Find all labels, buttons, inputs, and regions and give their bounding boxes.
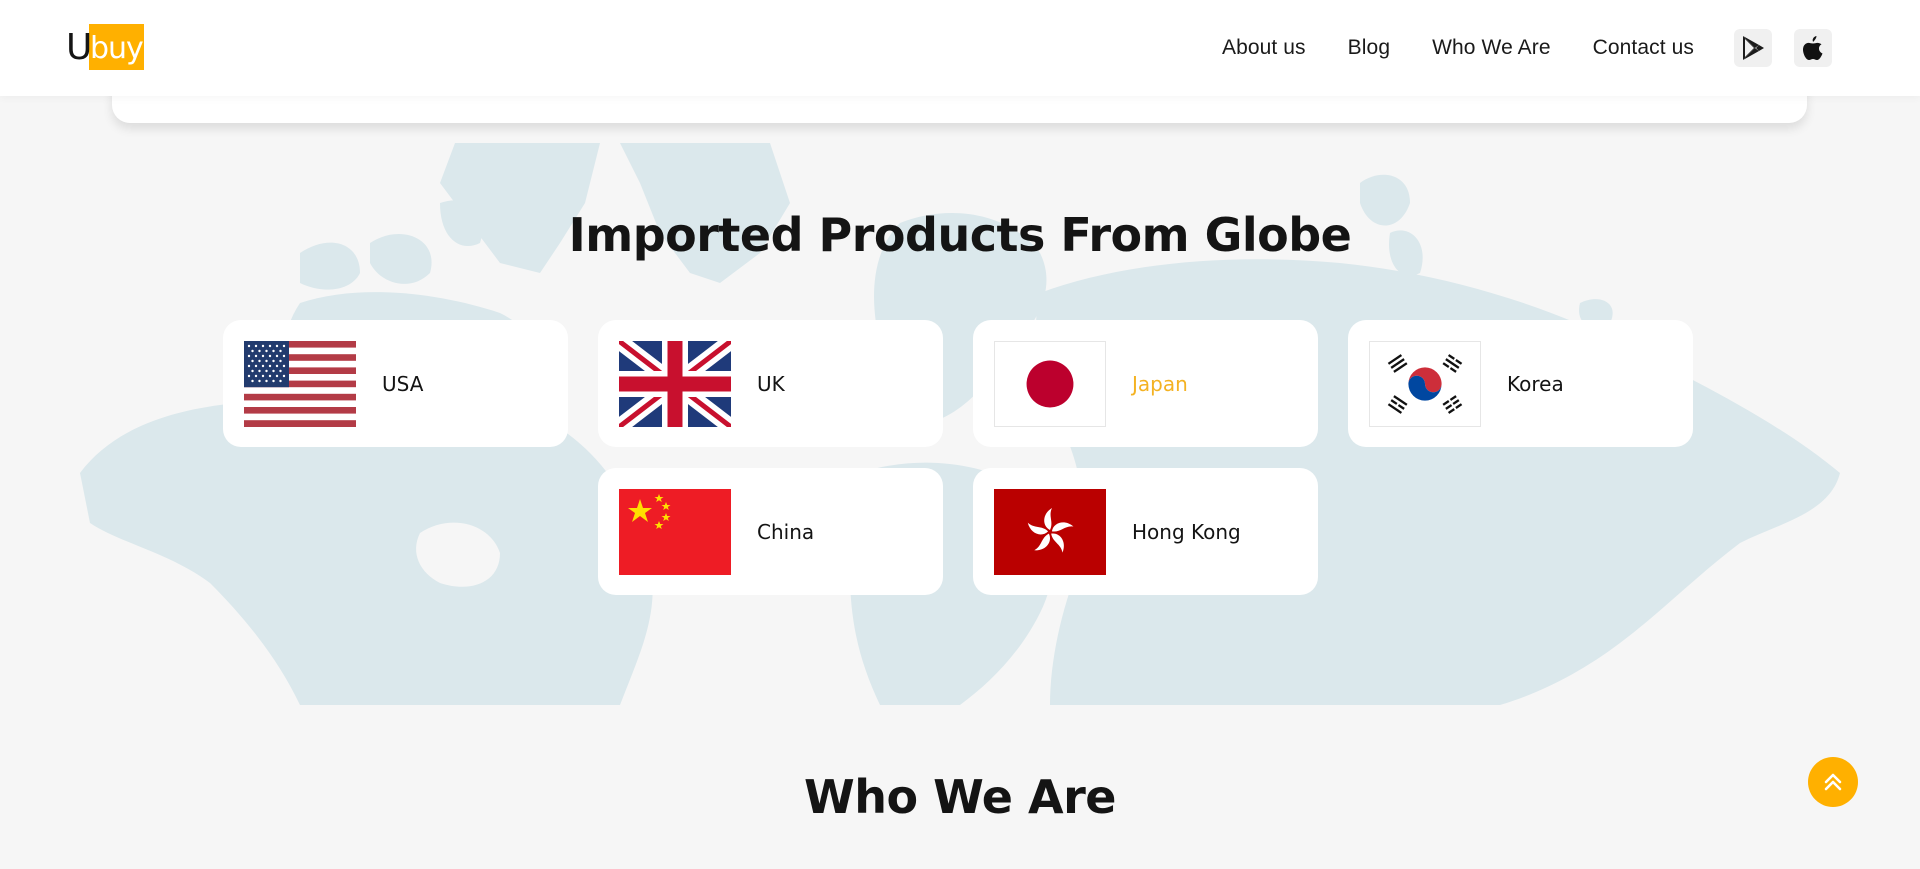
country-name-active: Japan [1132, 371, 1188, 396]
country-name: China [757, 519, 815, 544]
nav-who-we-are[interactable]: Who We Are [1432, 36, 1551, 60]
country-name: Hong Kong [1132, 519, 1241, 544]
japan-flag-icon [994, 340, 1106, 427]
nav-contact-us[interactable]: Contact us [1593, 36, 1694, 60]
logo-letter-u: U [66, 27, 92, 68]
apple-icon [1803, 36, 1823, 60]
country-name: Korea [1507, 371, 1564, 396]
nav-blog[interactable]: Blog [1348, 36, 1390, 60]
site-header: U buy About us Blog Who We Are Contact u… [0, 0, 1920, 96]
imported-products-heading: Imported Products From Globe [568, 208, 1352, 262]
country-card-china[interactable]: China [598, 468, 943, 595]
china-flag-icon [619, 488, 731, 575]
logo-text-buy: buy [90, 31, 144, 66]
google-play-button[interactable] [1734, 29, 1772, 67]
main-nav: About us Blog Who We Are Contact us [1222, 0, 1920, 96]
usa-flag-icon [244, 340, 356, 427]
hong-kong-flag-icon [994, 488, 1106, 575]
korea-flag-icon [1369, 340, 1481, 427]
scroll-to-top-button[interactable] [1808, 757, 1858, 807]
nav-about-us[interactable]: About us [1222, 36, 1306, 60]
country-card-usa[interactable]: USA [223, 320, 568, 447]
country-grid: USA UK Japan Korea China Hong Kong [223, 320, 1693, 595]
uk-flag-icon [619, 340, 731, 427]
country-card-hong-kong[interactable]: Hong Kong [973, 468, 1318, 595]
ubuy-logo[interactable]: U buy [66, 24, 146, 70]
country-card-japan[interactable]: Japan [973, 320, 1318, 447]
google-play-icon [1743, 36, 1764, 60]
country-name: USA [382, 371, 424, 396]
grid-spacer [223, 468, 568, 595]
app-store-button[interactable] [1794, 29, 1832, 67]
country-name: UK [757, 371, 785, 396]
country-card-korea[interactable]: Korea [1348, 320, 1693, 447]
double-chevron-up-icon [1824, 773, 1842, 791]
country-card-uk[interactable]: UK [598, 320, 943, 447]
who-we-are-heading: Who We Are [804, 770, 1116, 824]
